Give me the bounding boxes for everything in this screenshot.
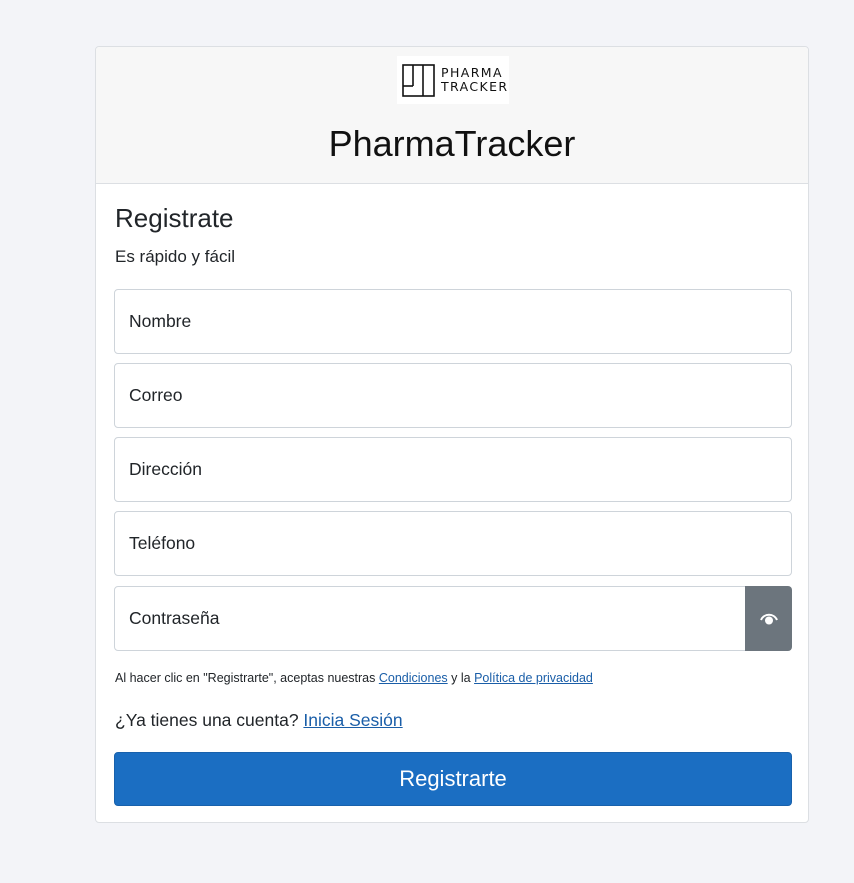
logo-mark-icon xyxy=(402,63,435,97)
address-input[interactable] xyxy=(115,438,791,501)
password-field[interactable] xyxy=(114,586,746,651)
email-input[interactable] xyxy=(115,364,791,427)
logo-line-2: TRACKER xyxy=(441,79,509,94)
logo-line-1: PHARMA xyxy=(441,65,503,80)
password-input[interactable] xyxy=(115,587,745,650)
phone-field[interactable] xyxy=(114,511,792,576)
name-input[interactable] xyxy=(115,290,791,353)
form-title: Registrate xyxy=(115,203,234,233)
email-field[interactable] xyxy=(114,363,792,428)
conditions-link[interactable]: Condiciones xyxy=(379,671,448,685)
login-link[interactable]: Inicia Sesión xyxy=(303,710,402,730)
form-subtitle: Es rápido y fácil xyxy=(115,247,235,266)
privacy-policy-link[interactable]: Política de privacidad xyxy=(474,671,593,685)
card-header: PHARMA TRACKER PharmaTracker xyxy=(96,47,808,184)
terms-middle: y la xyxy=(447,671,475,685)
terms-prefix: Al hacer clic en "Registrarte", aceptas … xyxy=(115,671,379,685)
eye-icon xyxy=(759,613,778,624)
terms-text: Al hacer clic en "Registrarte", aceptas … xyxy=(115,670,593,686)
address-field[interactable] xyxy=(114,437,792,502)
register-card: PHARMA TRACKER PharmaTracker Registrate … xyxy=(95,46,809,823)
toggle-password-button[interactable] xyxy=(745,586,792,651)
brand-logo: PHARMA TRACKER xyxy=(397,56,509,104)
login-prompt: ¿Ya tienes una cuenta? Inicia Sesión xyxy=(115,709,403,731)
register-button[interactable]: Registrarte xyxy=(114,752,792,806)
phone-input[interactable] xyxy=(115,512,791,575)
login-prompt-text: ¿Ya tienes una cuenta? xyxy=(115,710,304,730)
app-title: PharmaTracker xyxy=(328,123,576,164)
name-field[interactable] xyxy=(114,289,792,354)
logo-wordmark: PHARMA TRACKER xyxy=(441,66,508,94)
